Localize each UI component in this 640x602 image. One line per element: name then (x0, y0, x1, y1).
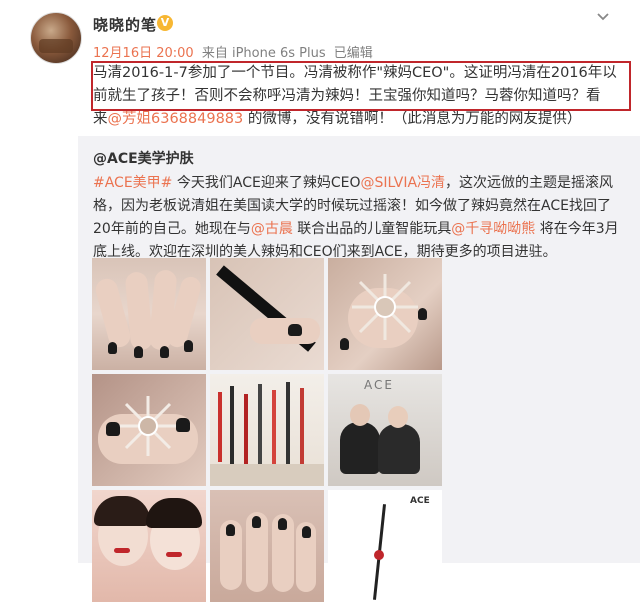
post-source: 来自 iPhone 6s Plus (201, 46, 326, 61)
repost-text: #ACE美甲# 今天我们ACE迎来了辣妈CEO@SILVIA冯清，这次远倣的主题… (93, 172, 623, 264)
chevron-down-icon[interactable] (596, 10, 610, 24)
post-meta: 12月16日 20:00 来自 iPhone 6s Plus 已编辑 (93, 42, 377, 61)
mention-link[interactable]: @SILVIA冯清 (360, 175, 445, 191)
photo-thumbnail[interactable] (210, 490, 324, 602)
photo-detail (374, 550, 384, 560)
photo-detail (94, 496, 150, 526)
photo-detail (108, 342, 117, 354)
photo-detail (388, 406, 408, 428)
photo-detail (418, 308, 427, 320)
photo-detail (244, 394, 248, 464)
repost-text-fragment: ，这次远倣的主题是摇滚风 (445, 175, 614, 191)
mention-link[interactable]: @古晨 (251, 221, 293, 237)
photo-detail (210, 464, 324, 486)
photo-detail (302, 526, 311, 538)
photo-detail (378, 424, 420, 474)
hashtag-link[interactable]: #ACE美甲# (93, 175, 172, 191)
photo-detail (278, 518, 287, 530)
photo-thumbnail[interactable] (210, 258, 324, 370)
photo-detail (184, 340, 193, 352)
post-text-fragment: 的微博，没有说错啊！（此消息为万能的网友提供） (243, 111, 582, 127)
repost-text-line: 20年前的自己。她现在与@古晨 联合出品的儿童智能玩具@千寻呦呦熊 将在今年3月 (93, 218, 623, 241)
photo-detail (340, 422, 380, 474)
photo-detail (286, 382, 290, 464)
vip-badge-icon: V (157, 15, 173, 31)
username[interactable]: 晓晓的笔 (93, 14, 157, 35)
photo-detail (226, 524, 235, 536)
photo-detail (300, 388, 304, 464)
photo-detail (106, 422, 120, 436)
photo-detail (134, 346, 143, 358)
post-text-line: 来@芳姐6368849883 的微博，没有说错啊！（此消息为万能的网友提供） (93, 108, 628, 131)
photo-detail (350, 404, 370, 426)
repost-author[interactable]: @ACE美学护肤 (93, 148, 194, 168)
photo-detail (258, 384, 262, 464)
photo-thumbnail[interactable]: ACE (328, 374, 442, 486)
photo-detail (146, 498, 202, 528)
photo-detail (114, 548, 130, 553)
mention-link[interactable]: @千寻呦呦熊 (451, 221, 535, 237)
photo-detail (166, 552, 182, 557)
repost-text-fragment: 联合出品的儿童智能玩具 (292, 221, 452, 237)
photo-thumbnail[interactable] (92, 374, 206, 486)
post-text-fragment: 来 (93, 111, 108, 127)
repost-text-fragment: 20年前的自己。她现在与 (93, 221, 251, 237)
highlight-box (91, 61, 631, 111)
photo-thumbnail[interactable] (92, 258, 206, 370)
photo-thumbnail[interactable] (92, 490, 206, 602)
repost-text-fragment: 将在今年3月 (535, 221, 619, 237)
edited-label[interactable]: 已编辑 (334, 46, 373, 61)
photo-detail (230, 386, 234, 464)
post-date[interactable]: 12月16日 20:00 (93, 46, 194, 61)
repost-text-line: 格，因为老板说清姐在美国读大学的时候玩过摇滚！如今做了辣妈竟然在ACE找回了 (93, 198, 611, 214)
brooch-icon (352, 274, 418, 340)
mention-link[interactable]: @芳姐6368849883 (108, 111, 244, 127)
photo-detail (272, 390, 276, 464)
photo-thumbnail[interactable]: ACE (328, 490, 442, 602)
photo-thumbnail[interactable] (210, 374, 324, 486)
photo-detail (176, 418, 190, 432)
book-text: ACE (410, 496, 430, 506)
repost-text-fragment: 今天我们ACE迎来了辣妈CEO (172, 175, 361, 191)
photo-thumbnail[interactable] (328, 258, 442, 370)
photo-detail (218, 392, 222, 462)
brooch-icon (118, 396, 178, 456)
ace-sign-text: ACE (364, 378, 394, 392)
photo-detail (160, 346, 169, 358)
avatar[interactable] (30, 12, 82, 64)
photo-detail (340, 338, 349, 350)
photo-detail (288, 324, 302, 336)
photo-detail (250, 318, 320, 344)
photo-detail (252, 516, 261, 528)
repost-text-line: #ACE美甲# 今天我们ACE迎来了辣妈CEO@SILVIA冯清，这次远倣的主题… (93, 172, 623, 195)
